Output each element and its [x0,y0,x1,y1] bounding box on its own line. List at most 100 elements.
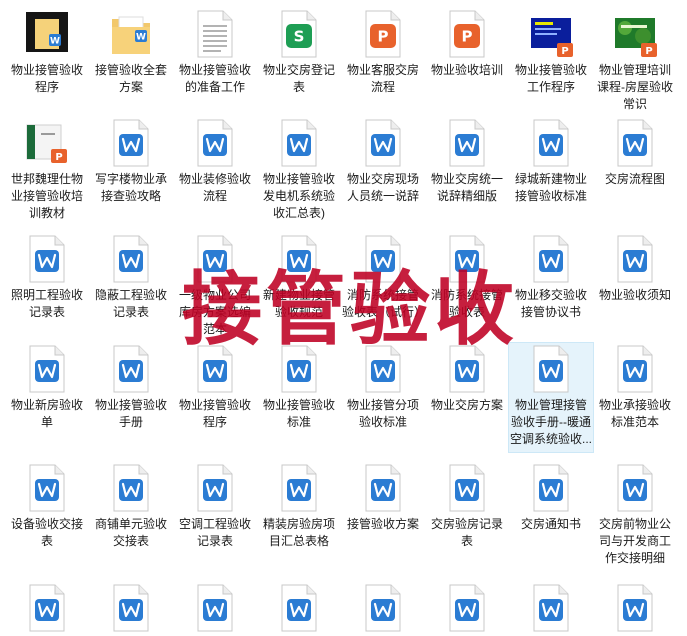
file-item[interactable]: P 物业接管验收工作程序 [509,8,593,96]
file-label: 物业客服交房流程 [346,63,419,94]
file-label: 物业验收培训 [430,63,503,77]
file-item[interactable]: P 物业管理培训课程-房屋验收常识 [593,8,677,113]
word-file-icon [193,235,237,283]
file-label: 交房通知书 [520,517,581,531]
file-item[interactable]: 交房流程图 [593,117,677,188]
file-item[interactable]: 物业移交验收接管协议书 [509,233,593,321]
file-label: 物业新房验收单 [10,398,83,429]
file-item[interactable]: 物业交房统一说辞精细版 [425,117,509,205]
file-item[interactable]: 物业交房方案 [425,343,509,414]
file-item[interactable]: 物业接管验收标准 [257,343,341,431]
file-item[interactable]: 物业新房验收单 [5,343,89,431]
file-item[interactable]: 物业接管验收手册 [89,343,173,431]
file-item[interactable]: 交房通知书 [509,462,593,533]
word-file-icon [529,584,573,632]
file-item[interactable]: 隐蔽工程验收记录表 [89,233,173,321]
word-file-icon [445,119,489,167]
file-label: 物业接管验收手册 [94,398,167,429]
file-item[interactable]: 物业接管验收的准备工作 [173,8,257,96]
file-label: 物业管理接管验收手册--暖通空调系统验收... [510,398,593,446]
file-item[interactable] [509,582,593,636]
file-item[interactable]: 新建物业接管验收规范 [257,233,341,321]
word-file-icon [613,464,657,512]
file-label: 设备验收交接表 [10,517,83,548]
file-item[interactable]: W 物业接管验收程序 [5,8,89,96]
file-item[interactable]: W 接管验收全套方案 [89,8,173,96]
file-label: 消防系统接管验收表（试行） [342,288,427,319]
file-label: 物业交房统一说辞精细版 [430,172,503,203]
dark-thumbnail-doc-icon: W [25,10,69,58]
svg-text:P: P [378,28,389,46]
file-label: 照明工程验收记录表 [10,288,83,319]
file-item[interactable] [341,582,425,636]
file-item[interactable]: 交房前物业公司与开发商工作交接明细 [593,462,677,567]
file-item[interactable]: 物业管理接管验收手册--暖通空调系统验收... [508,342,594,453]
file-item[interactable]: 物业装修验收流程 [173,117,257,205]
file-label: 商铺单元验收交接表 [94,517,167,548]
file-item[interactable]: 物业接管验收程序 [173,343,257,431]
file-label: 物业接管验收程序 [178,398,251,429]
file-item[interactable]: 消防系统接管验收表 [425,233,509,321]
word-file-icon [613,119,657,167]
file-item[interactable] [5,582,89,636]
file-item[interactable]: 消防系统接管验收表（试行） [341,233,427,321]
file-item[interactable]: 空调工程验收记录表 [173,462,257,550]
file-item[interactable]: 设备验收交接表 [5,462,89,550]
file-label: 物业移交验收接管协议书 [514,288,587,319]
file-item[interactable]: P 物业客服交房流程 [341,8,425,96]
file-label: 一级物业公司库房方案选编范本 [178,288,251,336]
file-item[interactable]: S 物业交房登记表 [257,8,341,96]
file-label: 空调工程验收记录表 [178,517,251,548]
file-item[interactable]: 绿城新建物业接管验收标准 [509,117,593,205]
file-label: 物业接管验收的准备工作 [178,63,251,94]
file-label: 绿城新建物业接管验收标准 [514,172,587,203]
ppt-file-icon: P [445,10,489,58]
word-file-icon [613,584,657,632]
file-item[interactable]: 商铺单元验收交接表 [89,462,173,550]
file-label: 物业验收须知 [598,288,671,302]
file-item[interactable]: 接管验收方案 [341,462,425,533]
word-file-icon [25,584,69,632]
file-item[interactable]: 物业承接验收标准范本 [593,343,677,431]
file-item[interactable]: 交房验房记录表 [425,462,509,550]
file-label: 物业接管分项验收标准 [346,398,419,429]
word-file-icon [193,119,237,167]
file-item[interactable]: P 世邦魏理仕物业接管验收培训教材 [5,117,89,222]
ppt-file-icon: P [361,10,405,58]
file-item[interactable]: 写字楼物业承接查验攻略 [89,117,173,205]
word-file-icon [613,235,657,283]
file-item[interactable] [425,582,509,636]
word-file-icon [109,119,153,167]
file-label: 交房验房记录表 [430,517,503,548]
word-file-icon [109,345,153,393]
file-label: 交房前物业公司与开发商工作交接明细 [598,517,671,565]
svg-text:P: P [645,46,652,57]
file-item[interactable]: 物业接管验收发电机系统验收汇总表) [257,117,341,222]
file-item[interactable]: 照明工程验收记录表 [5,233,89,321]
file-item[interactable]: 物业交房现场人员统一说辞 [341,117,425,205]
file-label: 隐蔽工程验收记录表 [94,288,167,319]
file-label: 世邦魏理仕物业接管验收培训教材 [10,172,83,220]
file-item[interactable] [257,582,341,636]
file-item[interactable]: P 物业验收培训 [425,8,509,79]
file-item[interactable] [89,582,173,636]
file-item[interactable]: 一级物业公司库房方案选编范本 [173,233,257,338]
word-file-icon [529,119,573,167]
word-file-icon [361,119,405,167]
svg-text:S: S [294,28,305,46]
file-label: 交房流程图 [604,172,665,186]
word-file-icon [193,345,237,393]
word-file-icon [25,345,69,393]
file-item[interactable]: 物业验收须知 [593,233,677,304]
word-file-icon [361,235,405,283]
file-item[interactable] [593,582,677,636]
file-item[interactable]: 物业接管分项验收标准 [341,343,425,431]
word-file-icon [445,464,489,512]
spreadsheet-file-icon: S [277,10,321,58]
file-label: 物业交房现场人员统一说辞 [346,172,419,203]
word-file-icon [445,584,489,632]
file-item[interactable] [173,582,257,636]
file-item[interactable]: 精装房验房项目汇总表格 [257,462,341,550]
word-file-icon [445,345,489,393]
file-label: 物业交房登记表 [262,63,335,94]
